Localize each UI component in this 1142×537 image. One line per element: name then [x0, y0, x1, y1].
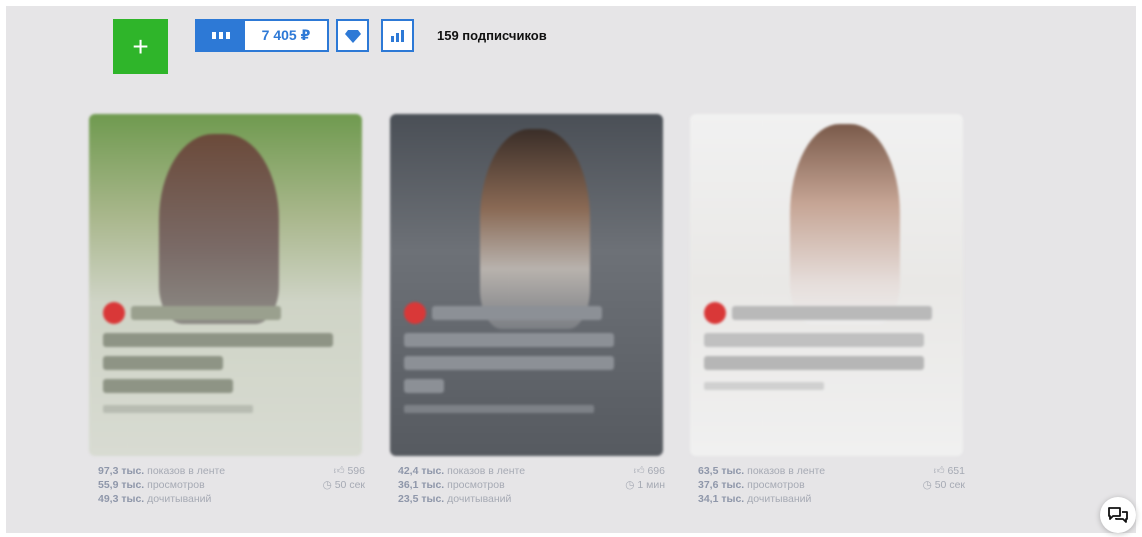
read-time: ◷ 50 сек — [922, 479, 965, 491]
subscribers-count: 159 подписчиков — [437, 28, 547, 43]
clock-icon: ◷ — [625, 479, 635, 491]
diamond-icon — [344, 29, 361, 43]
like-icon: 👍︎ — [633, 465, 645, 477]
karma-button[interactable] — [336, 19, 369, 52]
card-stats: 97,3 тыс. показов в ленте 👍︎ 596 55,9 ты… — [98, 465, 365, 505]
studio-page: + 7 405 ₽ 159 подписчиков 97,3 тыс. пока… — [6, 6, 1136, 533]
likes-count: 👍︎ 596 — [333, 465, 365, 477]
balance-amount: 7 405 ₽ — [261, 27, 311, 43]
support-chat-button[interactable] — [1100, 497, 1136, 533]
card-blurred-title — [404, 302, 649, 413]
article-card[interactable] — [89, 114, 362, 456]
likes-count: 👍︎ 696 — [633, 465, 665, 477]
bar-chart-icon — [390, 29, 404, 42]
read-time: ◷ 1 мин — [625, 479, 665, 491]
article-card[interactable] — [690, 114, 963, 456]
like-icon: 👍︎ — [333, 465, 345, 477]
clock-icon: ◷ — [322, 479, 332, 491]
likes-count: 👍︎ 651 — [933, 465, 965, 477]
card-stats: 42,4 тыс. показов в ленте 👍︎ 696 36,1 ты… — [398, 465, 665, 505]
add-publication-button[interactable]: + — [113, 19, 168, 74]
bars-icon — [197, 21, 245, 50]
card-blurred-title — [704, 302, 949, 390]
card-stats: 63,5 тыс. показов в ленте 👍︎ 651 37,6 ты… — [698, 465, 965, 505]
article-card[interactable] — [390, 114, 663, 456]
plus-icon: + — [132, 31, 149, 62]
statistics-button[interactable] — [381, 19, 414, 52]
card-blurred-title — [103, 302, 348, 413]
balance-widget[interactable]: 7 405 ₽ — [195, 19, 329, 52]
like-icon: 👍︎ — [933, 465, 945, 477]
chat-bubbles-icon — [1108, 507, 1128, 523]
read-time: ◷ 50 сек — [322, 479, 365, 491]
clock-icon: ◷ — [922, 479, 932, 491]
